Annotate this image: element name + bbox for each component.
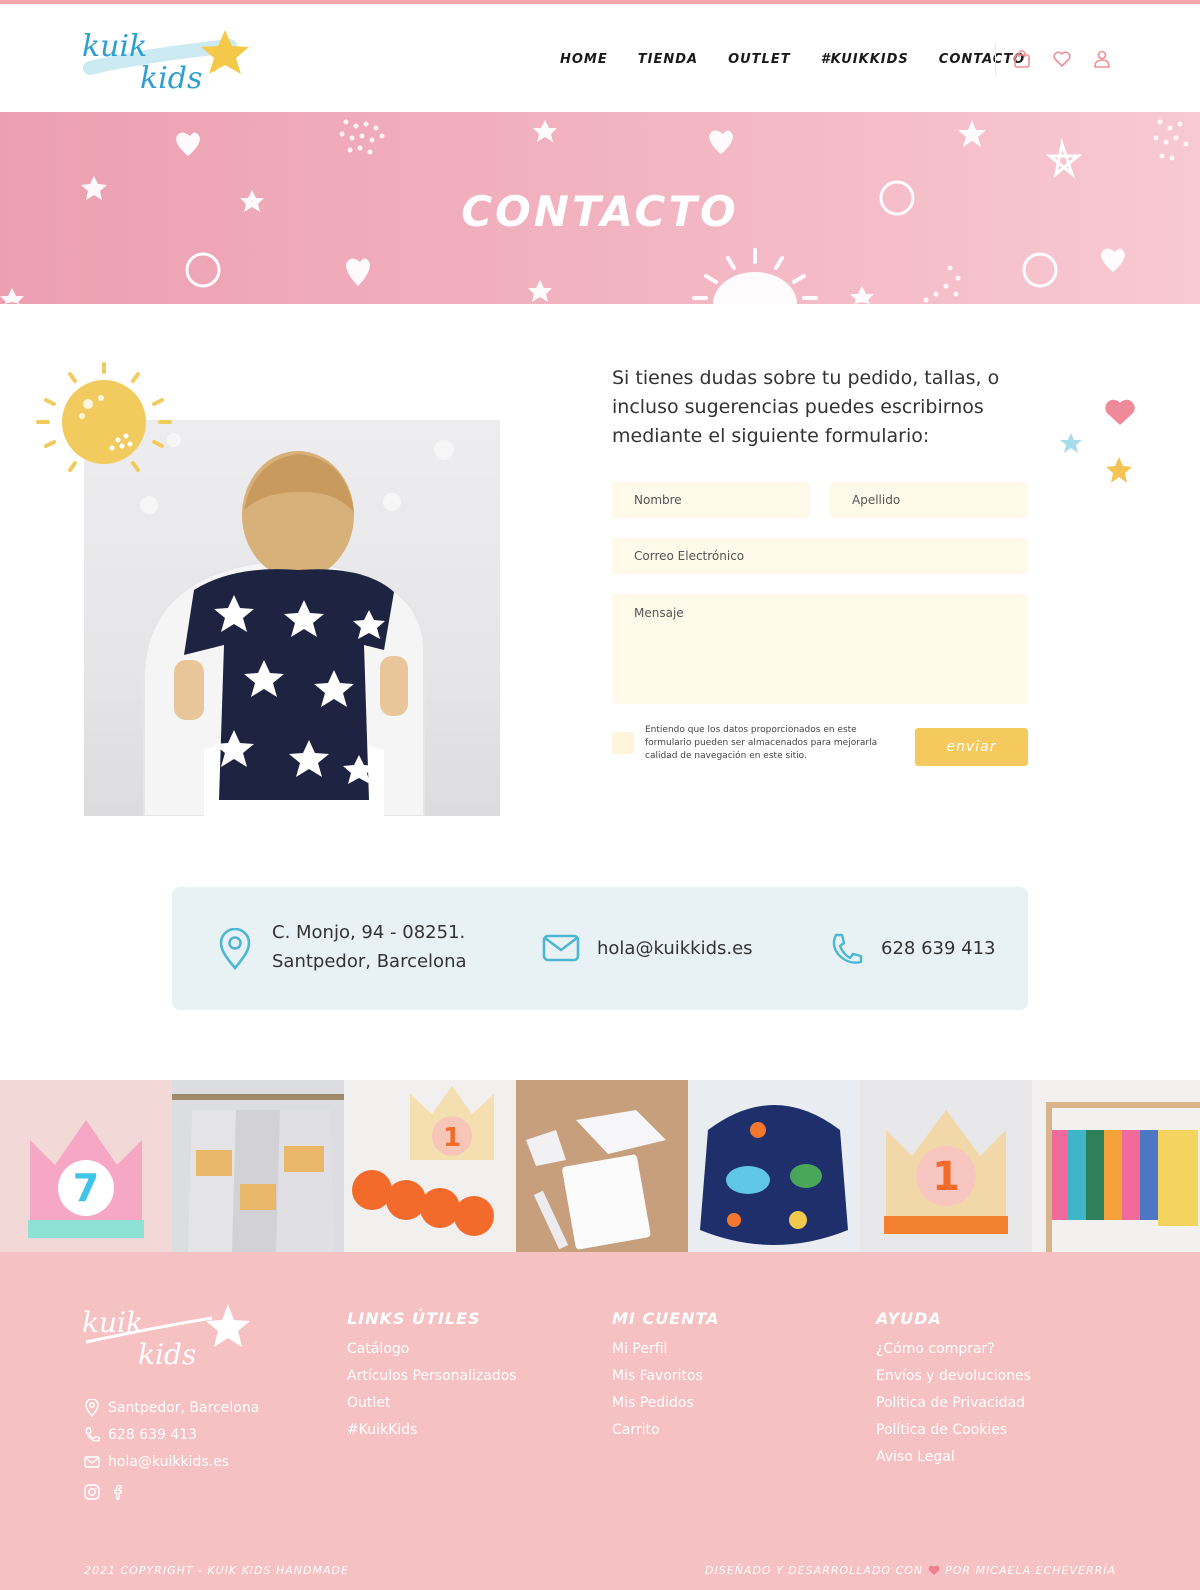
- decorative-shapes-icon: [1060, 399, 1135, 483]
- location-pin-icon: [219, 928, 251, 970]
- nav-divider: [995, 42, 996, 76]
- sea-bib-image-icon: [688, 1080, 860, 1252]
- credits: DISEÑADO Y DESARROLLADO CON POR MICAELA …: [705, 1564, 1116, 1577]
- instagram-gallery: 7 1 1: [0, 1080, 1200, 1252]
- sun-icon: [36, 362, 172, 472]
- user-icon[interactable]: [1092, 49, 1112, 69]
- info-email[interactable]: hola@kuikkids.es: [597, 934, 753, 963]
- gallery-tile-aprons[interactable]: [172, 1080, 344, 1252]
- crown-1-image-icon: 1: [860, 1080, 1032, 1252]
- credits-suffix[interactable]: POR MICAELA ECHEVERRÍA: [945, 1564, 1116, 1577]
- heart-icon[interactable]: [1052, 49, 1072, 69]
- message-input[interactable]: [612, 594, 1028, 704]
- footer-link-perfil[interactable]: Mi Perfil: [612, 1336, 720, 1363]
- facebook-icon[interactable]: [110, 1484, 126, 1500]
- footer-link-kuikkids[interactable]: #KuikKids: [347, 1417, 517, 1444]
- footer-location: Santpedor, Barcelona: [84, 1394, 259, 1421]
- footer-link-favoritos[interactable]: Mis Favoritos: [612, 1363, 720, 1390]
- footer-col-account: MI CUENTA Mi Perfil Mis Favoritos Mis Pe…: [612, 1309, 720, 1444]
- footer-link-como-comprar[interactable]: ¿Cómo comprar?: [876, 1336, 1031, 1363]
- header-icons: [1012, 49, 1112, 69]
- nav-tienda[interactable]: TIENDA: [638, 52, 698, 67]
- svg-text:kuik: kuik: [82, 29, 147, 64]
- pouch-set-image-icon: [516, 1080, 688, 1252]
- address-text: C. Monjo, 94 - 08251. Santpedor, Barcelo…: [272, 918, 467, 976]
- phone-icon: [832, 933, 863, 964]
- footer-col-links-title: LINKS ÚTILES: [347, 1309, 481, 1328]
- nav-outlet[interactable]: OUTLET: [728, 52, 791, 67]
- footer-email[interactable]: hola@kuikkids.es: [84, 1448, 259, 1475]
- footer-link-aviso-legal[interactable]: Aviso Legal: [876, 1444, 1031, 1471]
- aprons-image-icon: [172, 1080, 344, 1252]
- address-line-1: C. Monjo, 94 - 08251.: [272, 922, 466, 943]
- main-nav: HOME TIENDA OUTLET #KUIKKIDS CONTACTO: [560, 52, 1055, 69]
- email-input[interactable]: [612, 538, 1028, 574]
- crown-numbers-image-icon: 1: [344, 1080, 516, 1252]
- gallery-tile-clothes-rack[interactable]: [1032, 1080, 1200, 1252]
- gallery-tile-crown-7[interactable]: 7: [0, 1080, 172, 1252]
- footer-col-help-title: AYUDA: [876, 1309, 942, 1328]
- shopping-bag-icon[interactable]: [1012, 49, 1032, 69]
- phone-icon: [85, 1426, 100, 1442]
- mail-icon: [542, 934, 580, 962]
- footer-link-privacidad[interactable]: Política de Privacidad: [876, 1390, 1031, 1417]
- gallery-tile-sea-bib[interactable]: [688, 1080, 860, 1252]
- crown-7-image-icon: 7: [0, 1080, 172, 1252]
- svg-text:kids: kids: [140, 61, 202, 96]
- footer-logo[interactable]: kuik kids: [82, 1298, 252, 1382]
- footer-link-catalogo[interactable]: Catálogo: [347, 1336, 517, 1363]
- footer-location-text: Santpedor, Barcelona: [108, 1399, 260, 1416]
- footer-link-envios[interactable]: Envíos y devoluciones: [876, 1363, 1031, 1390]
- footer-contact: Santpedor, Barcelona 628 639 413 hola@ku…: [84, 1394, 259, 1475]
- address-line-2: Santpedor, Barcelona: [272, 951, 467, 972]
- footer-link-personalizados[interactable]: Artículos Personalizados: [347, 1363, 517, 1390]
- heart-icon: [928, 1565, 940, 1575]
- sun-doodle: [26, 360, 176, 484]
- nav-kuikkids[interactable]: #KUIKKIDS: [821, 52, 909, 67]
- nav-home[interactable]: HOME: [560, 52, 608, 67]
- footer-social: [84, 1484, 126, 1500]
- footer-link-carrito[interactable]: Carrito: [612, 1417, 720, 1444]
- footer-col-account-title: MI CUENTA: [612, 1309, 720, 1328]
- footer-link-pedidos[interactable]: Mis Pedidos: [612, 1390, 720, 1417]
- info-phone[interactable]: 628 639 413: [881, 934, 996, 963]
- copyright: 2021 COPYRIGHT - KUIK KIDS HANDMADE: [84, 1564, 349, 1577]
- last-name-input[interactable]: [830, 482, 1028, 518]
- instagram-icon[interactable]: [84, 1484, 100, 1500]
- logo[interactable]: kuik kids: [80, 16, 255, 108]
- clothes-rack-image-icon: [1032, 1080, 1200, 1252]
- svg-text:1: 1: [443, 1123, 461, 1153]
- site-footer: kuik kids Santpedor, Barcelona 628 639 4…: [0, 1252, 1200, 1590]
- gallery-tile-crown-numbers[interactable]: 1: [344, 1080, 516, 1252]
- footer-col-help: AYUDA ¿Cómo comprar? Envíos y devolucion…: [876, 1309, 1031, 1471]
- footer-col-links: LINKS ÚTILES Catálogo Artículos Personal…: [347, 1309, 517, 1444]
- footer-phone-text: 628 639 413: [108, 1426, 198, 1443]
- svg-text:1: 1: [932, 1154, 960, 1200]
- kuik-kids-logo-white-icon: kuik kids: [82, 1304, 250, 1371]
- gallery-tile-pouch-set[interactable]: [516, 1080, 688, 1252]
- footer-link-cookies[interactable]: Política de Cookies: [876, 1417, 1031, 1444]
- gallery-tile-crown-1[interactable]: 1: [860, 1080, 1032, 1252]
- contact-intro: Si tienes dudas sobre tu pedido, tallas,…: [612, 367, 1000, 447]
- footer-phone[interactable]: 628 639 413: [84, 1421, 259, 1448]
- footer-link-outlet[interactable]: Outlet: [347, 1390, 517, 1417]
- page-title: CONTACTO: [461, 187, 739, 236]
- page-banner: CONTACTO: [0, 112, 1200, 304]
- site-header: kuik kids HOME TIENDA OUTLET #KUIKKIDS C…: [0, 4, 1200, 112]
- kuik-kids-logo-icon: kuik kids: [82, 29, 249, 96]
- svg-text:kuik: kuik: [82, 1306, 143, 1339]
- location-pin-icon: [85, 1398, 99, 1417]
- send-button[interactable]: enviar: [915, 728, 1028, 766]
- svg-text:7: 7: [73, 1166, 99, 1210]
- credits-prefix: DISEÑADO Y DESARROLLADO CON: [705, 1564, 924, 1577]
- svg-text:kids: kids: [138, 1338, 196, 1371]
- first-name-input[interactable]: [612, 482, 810, 518]
- mail-icon: [84, 1455, 100, 1468]
- footer-email-text: hola@kuikkids.es: [108, 1453, 229, 1470]
- consent-text: Entiendo que los datos proporcionados en…: [645, 725, 878, 761]
- consent-checkbox[interactable]: [612, 732, 634, 754]
